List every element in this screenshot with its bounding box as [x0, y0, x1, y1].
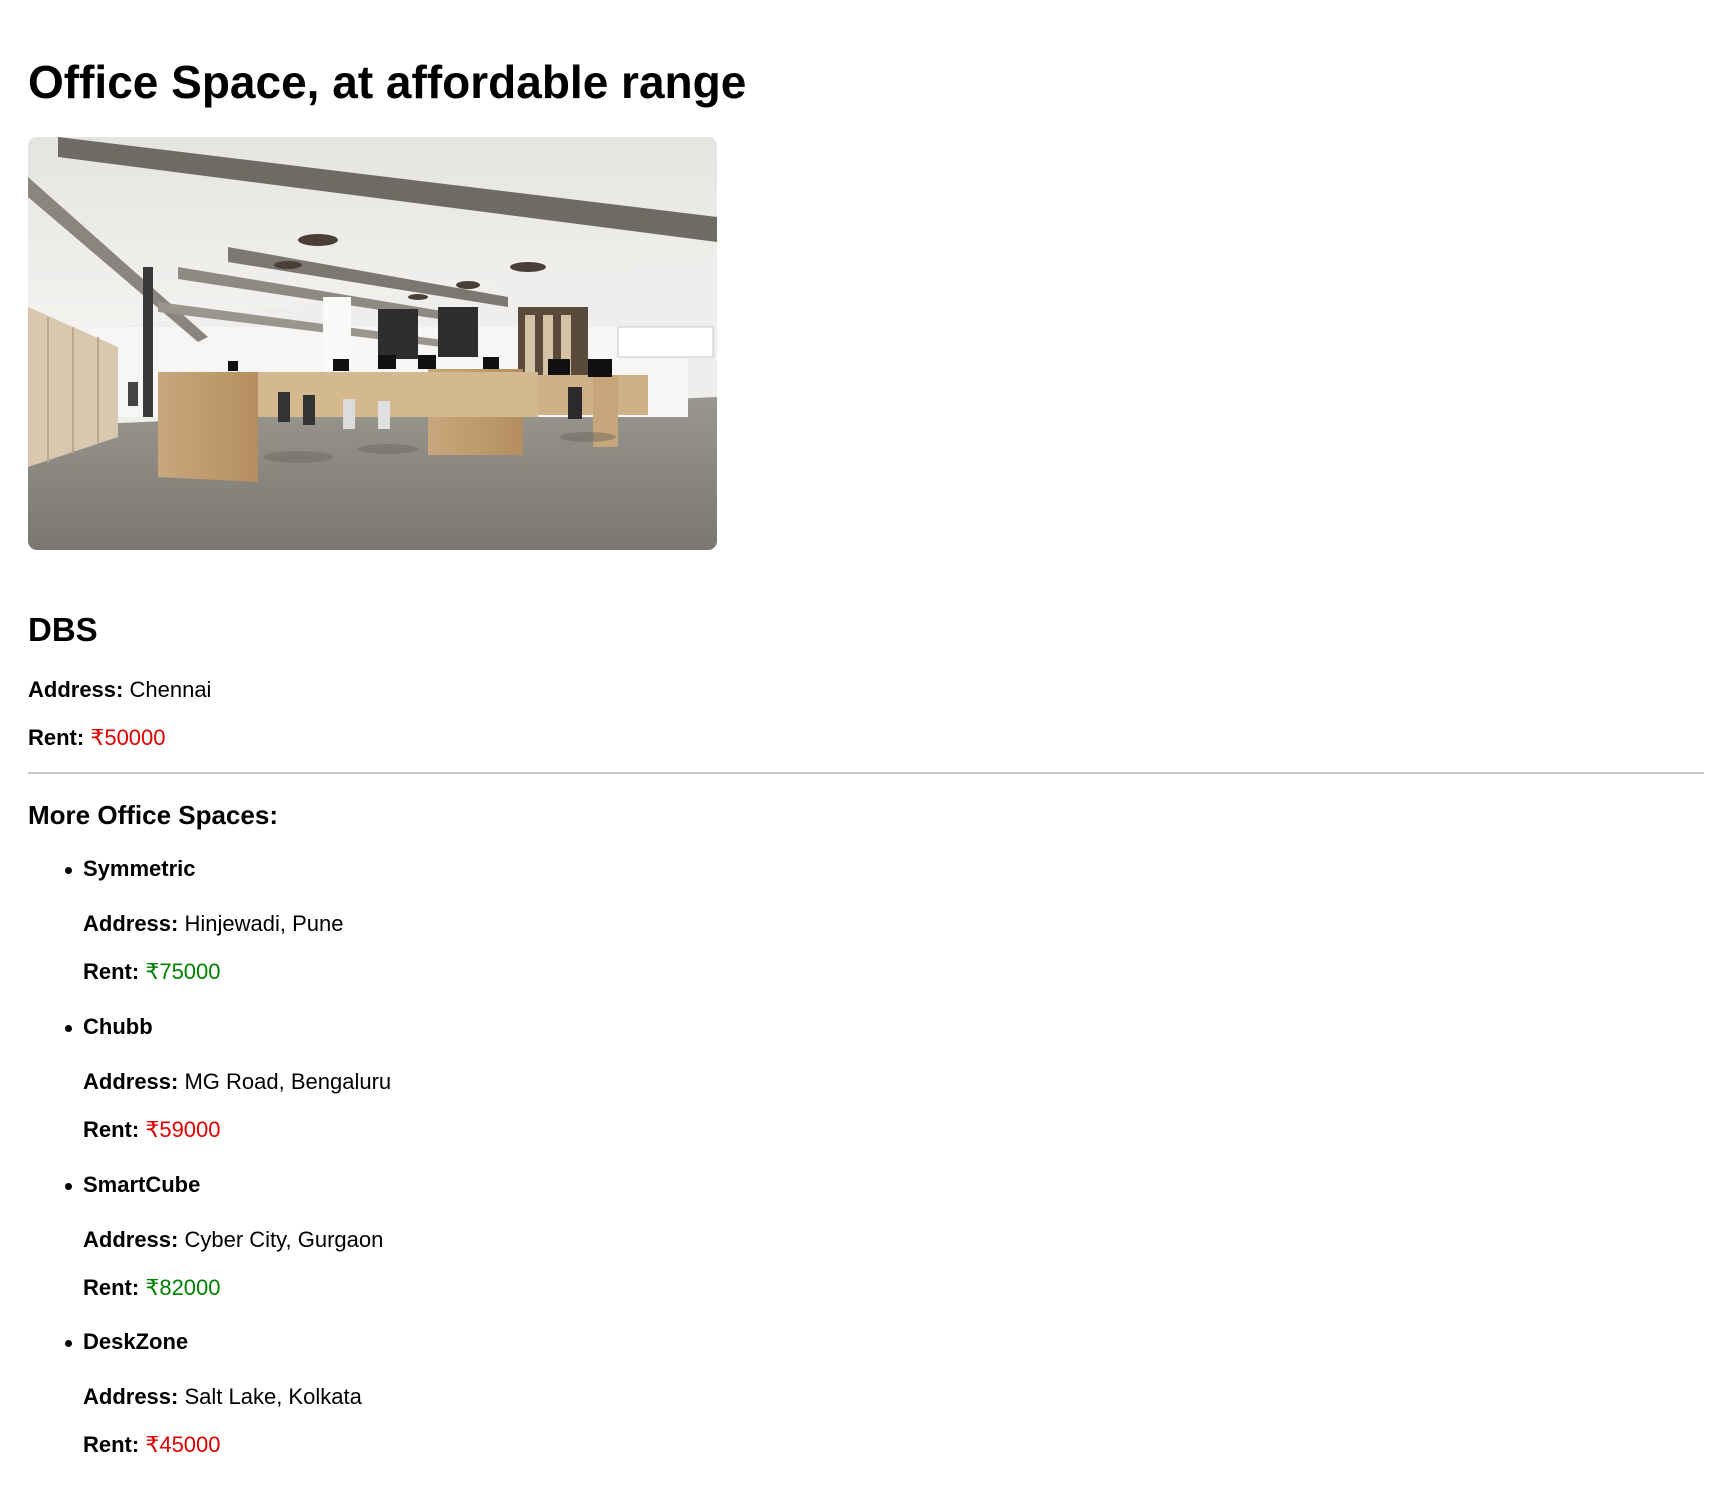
rent-label: Rent: [28, 725, 85, 750]
list-item-rent: Rent: ₹59000 [83, 1116, 221, 1144]
rent-label: Rent: [83, 1117, 140, 1142]
office-photo [28, 137, 717, 550]
bullet-icon [65, 1340, 72, 1347]
rent-label: Rent: [83, 1432, 140, 1457]
rent-label: Rent: [83, 1275, 140, 1300]
list-item-address: Address: Salt Lake, Kolkata [83, 1383, 362, 1411]
list-item-address: Address: MG Road, Bengaluru [83, 1068, 391, 1096]
list-item: DeskZone Address: Salt Lake, Kolkata Ren… [28, 1328, 728, 1478]
rent-value: ₹50000 [90, 725, 166, 750]
list-item-rent: Rent: ₹45000 [83, 1431, 221, 1459]
bullet-icon [65, 867, 72, 874]
list-item-rent: Rent: ₹82000 [83, 1274, 221, 1302]
address-label: Address: [28, 677, 124, 702]
office-address: Address: Chennai [28, 676, 211, 704]
list-item-name: SmartCube [83, 1172, 201, 1197]
page-title: Office Space, at affordable range [28, 56, 747, 108]
list-item-rent: Rent: ₹75000 [83, 958, 221, 986]
rent-value: ₹75000 [145, 959, 221, 984]
list-item-name: Symmetric [83, 856, 196, 881]
address-value: Cyber City, Gurgaon [184, 1227, 384, 1252]
address-value: Chennai [129, 677, 212, 702]
address-value: Hinjewadi, Pune [184, 911, 344, 936]
divider [28, 772, 1704, 774]
list-item: Chubb Address: MG Road, Bengaluru Rent: … [28, 1013, 728, 1163]
list-item-name: Chubb [83, 1014, 153, 1039]
address-label: Address: [83, 1069, 179, 1094]
list-item-address: Address: Hinjewadi, Pune [83, 910, 343, 938]
rent-value: ₹82000 [145, 1275, 221, 1300]
address-label: Address: [83, 1384, 179, 1409]
address-label: Address: [83, 1227, 179, 1252]
rent-value: ₹59000 [145, 1117, 221, 1142]
bullet-icon [65, 1183, 72, 1190]
address-value: Salt Lake, Kolkata [184, 1384, 362, 1409]
list-item: Symmetric Address: Hinjewadi, Pune Rent:… [28, 855, 728, 1005]
list-item-name: DeskZone [83, 1329, 189, 1354]
list-item-address: Address: Cyber City, Gurgaon [83, 1226, 383, 1254]
address-label: Address: [83, 911, 179, 936]
rent-label: Rent: [83, 959, 140, 984]
more-office-spaces-heading: More Office Spaces: [28, 800, 278, 830]
rent-value: ₹45000 [145, 1432, 221, 1457]
list-item: SmartCube Address: Cyber City, Gurgaon R… [28, 1171, 728, 1321]
bullet-icon [65, 1025, 72, 1032]
office-name: DBS [28, 611, 98, 648]
office-rent: Rent: ₹50000 [28, 724, 166, 752]
address-value: MG Road, Bengaluru [184, 1069, 392, 1094]
